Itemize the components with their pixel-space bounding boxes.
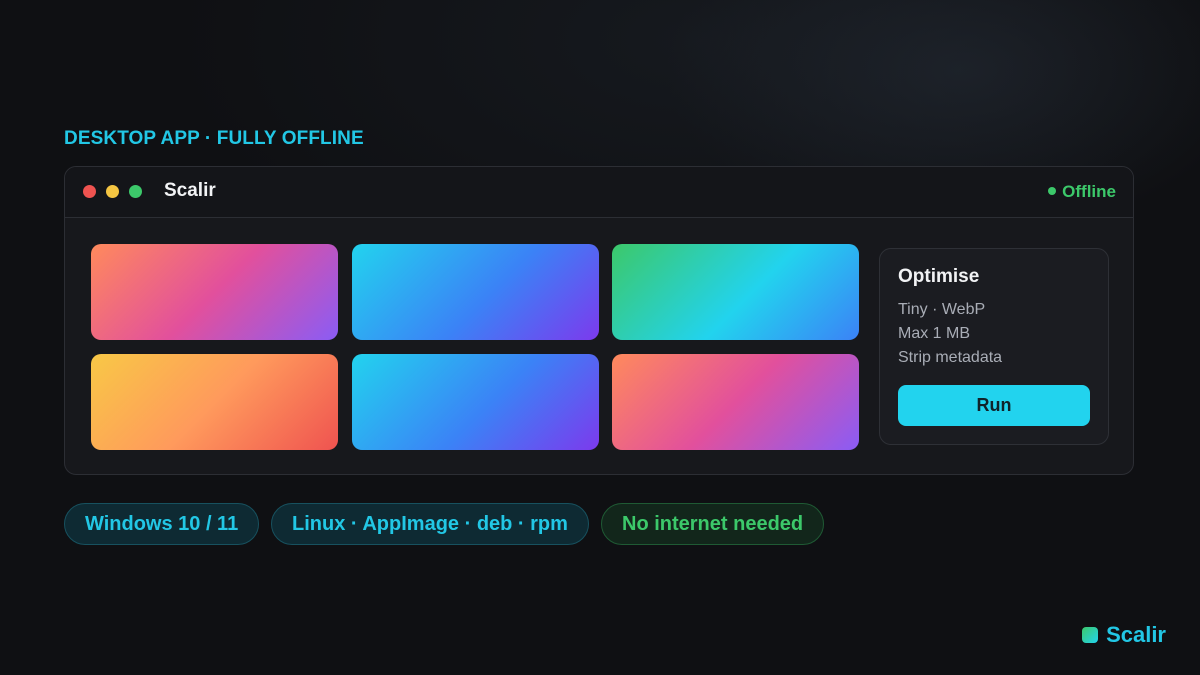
status-label: Offline (1062, 182, 1116, 201)
window-title: Scalir (164, 180, 216, 201)
image-thumbnail[interactable] (612, 244, 859, 340)
maximize-dot-icon[interactable] (129, 185, 142, 198)
brand-mark-icon (1082, 627, 1099, 643)
window-titlebar: Scalir Offline (65, 167, 1133, 218)
platform-chip-linux: Linux · AppImage · deb · rpm (271, 503, 589, 545)
minimize-dot-icon[interactable] (106, 185, 119, 198)
platform-chip-windows: Windows 10 / 11 (64, 503, 260, 545)
close-dot-icon[interactable] (83, 185, 96, 198)
image-thumbnail[interactable] (612, 354, 859, 450)
app-window: Scalir Offline Optimise Tiny · WebP Max … (64, 166, 1134, 475)
eyebrow-label: DESKTOP APP · FULLY OFFLINE (64, 128, 364, 149)
option-format: Tiny · WebP (898, 301, 986, 318)
image-thumbnail[interactable] (91, 354, 338, 450)
run-button[interactable]: Run (898, 385, 1090, 426)
brand-name: Scalir (1106, 622, 1166, 647)
offline-chip: No internet needed (601, 503, 825, 545)
image-thumbnail[interactable] (352, 354, 599, 450)
status-dot-icon (1048, 187, 1057, 195)
image-thumbnail[interactable] (352, 244, 599, 340)
optimise-panel: Optimise Tiny · WebP Max 1 MB Strip meta… (879, 248, 1109, 445)
option-max-size: Max 1 MB (898, 325, 971, 342)
image-thumbnail[interactable] (91, 244, 338, 340)
offline-status: Offline (1048, 182, 1116, 202)
brand-logo: Scalir (1082, 622, 1166, 650)
option-strip-metadata: Strip metadata (898, 349, 1003, 366)
panel-title: Optimise (898, 266, 980, 287)
